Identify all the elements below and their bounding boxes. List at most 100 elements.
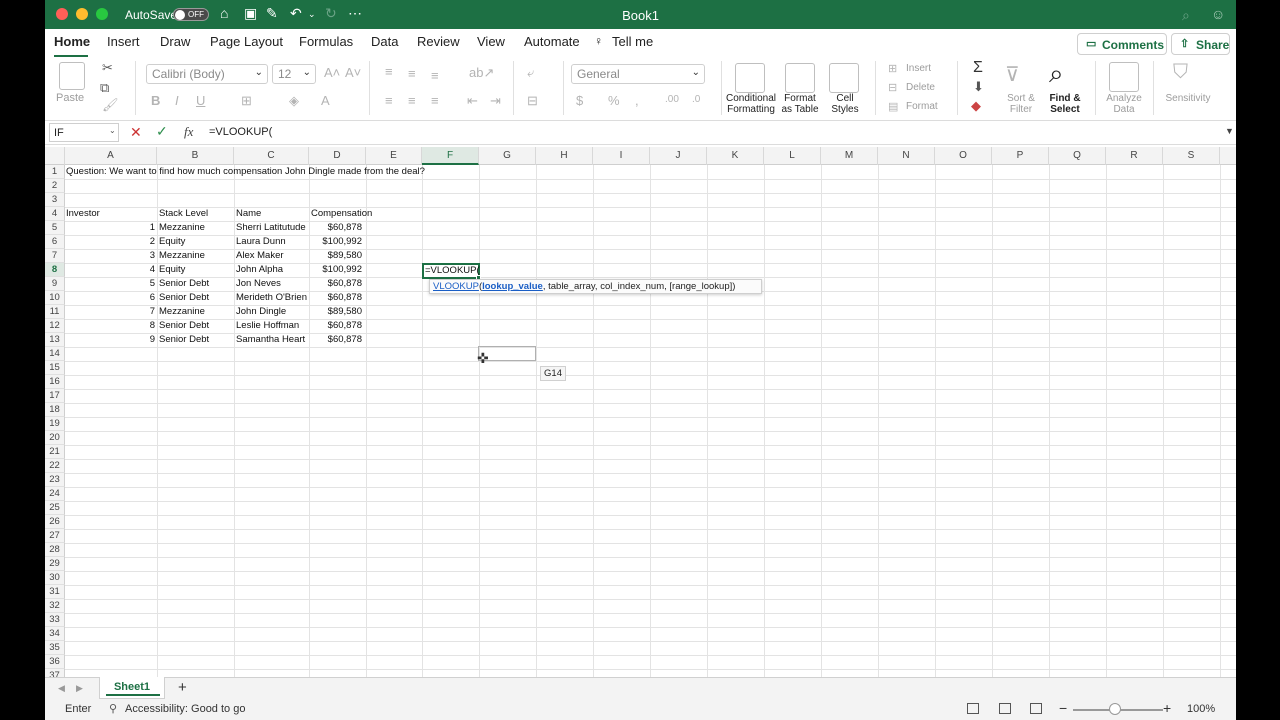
- row-header-11[interactable]: 11: [45, 305, 65, 319]
- cell-name[interactable]: Jon Neves: [236, 277, 308, 291]
- row-header-7[interactable]: 7: [45, 249, 65, 263]
- cell-stack-level[interactable]: Senior Debt: [159, 333, 233, 347]
- cell-compensation[interactable]: $100,992: [311, 263, 362, 277]
- font-color-icon[interactable]: A: [321, 93, 330, 108]
- fill-icon[interactable]: ⬇: [973, 79, 984, 95]
- header-investor[interactable]: Investor: [66, 207, 100, 221]
- cell-styles-icon[interactable]: [829, 63, 859, 93]
- row-header-14[interactable]: 14: [45, 347, 65, 361]
- find-select-icon[interactable]: ⌕: [1049, 58, 1064, 90]
- column-header-k[interactable]: K: [707, 147, 764, 165]
- cell-investor[interactable]: 8: [66, 319, 155, 333]
- cell-stack-level[interactable]: Senior Debt: [159, 291, 233, 305]
- row-header-25[interactable]: 25: [45, 501, 65, 515]
- cell-compensation[interactable]: $100,992: [311, 235, 362, 249]
- row-header-27[interactable]: 27: [45, 529, 65, 543]
- font-name-dropdown[interactable]: Calibri (Body) ⌄: [146, 64, 268, 84]
- align-right-icon[interactable]: ≡: [431, 93, 439, 108]
- decrease-indent-icon[interactable]: ⇤: [467, 93, 478, 109]
- sensitivity-button[interactable]: Sensitivity: [1163, 93, 1213, 104]
- autosum-icon[interactable]: Σ: [973, 59, 983, 77]
- align-bottom-icon[interactable]: ≡: [431, 68, 439, 83]
- cell-name[interactable]: Leslie Hoffman: [236, 319, 308, 333]
- align-center-icon[interactable]: ≡: [408, 93, 416, 108]
- cell-name[interactable]: Samantha Heart: [236, 333, 308, 347]
- column-header-f[interactable]: F: [422, 147, 479, 165]
- accessibility-icon[interactable]: ⚲: [109, 702, 117, 715]
- share-button[interactable]: ⇧ Share: [1171, 33, 1230, 55]
- currency-icon[interactable]: $: [576, 93, 583, 108]
- next-sheet-icon[interactable]: ▶: [76, 683, 83, 694]
- comments-button[interactable]: ▭ Comments: [1077, 33, 1167, 55]
- format-as-table-icon[interactable]: [785, 63, 815, 93]
- merge-center-icon[interactable]: ⊟: [527, 93, 538, 109]
- spreadsheet-grid[interactable]: ABCDEFGHIJKLMNOPQRS 1 2 3 4 5 6 7 8 9 10 11 12 13 14 1…: [45, 145, 1236, 677]
- row-header-1[interactable]: 1: [45, 165, 65, 179]
- active-cell-f8[interactable]: =VLOOKUP(: [422, 263, 480, 279]
- sort-filter-button[interactable]: Sort & Filter: [1000, 93, 1042, 115]
- column-header-e[interactable]: E: [366, 147, 422, 165]
- number-format-dropdown[interactable]: General ⌄: [571, 64, 705, 84]
- cell-name[interactable]: Laura Dunn: [236, 235, 308, 249]
- add-sheet-button[interactable]: +: [178, 679, 187, 696]
- cell-stack-level[interactable]: Senior Debt: [159, 319, 233, 333]
- increase-decimal-icon[interactable]: .00: [665, 94, 679, 105]
- clear-icon[interactable]: ◆: [971, 98, 981, 114]
- column-header-q[interactable]: Q: [1049, 147, 1106, 165]
- row-header-29[interactable]: 29: [45, 557, 65, 571]
- italic-button[interactable]: I: [175, 93, 179, 108]
- delete-button[interactable]: Delete: [906, 82, 935, 93]
- cell-name[interactable]: John Dingle: [236, 305, 308, 319]
- row-header-33[interactable]: 33: [45, 613, 65, 627]
- row-header-31[interactable]: 31: [45, 585, 65, 599]
- cell-styles-button[interactable]: Cell Styles: [825, 93, 865, 115]
- cell-stack-level[interactable]: Mezzanine: [159, 221, 233, 235]
- header-stack-level[interactable]: Stack Level: [159, 207, 208, 221]
- format-button[interactable]: Format: [906, 101, 938, 112]
- cell-compensation[interactable]: $60,878: [311, 221, 362, 235]
- row-header-24[interactable]: 24: [45, 487, 65, 501]
- cell-compensation[interactable]: $89,580: [311, 249, 362, 263]
- row-header-21[interactable]: 21: [45, 445, 65, 459]
- cell-investor[interactable]: 4: [66, 263, 155, 277]
- insert-button[interactable]: Insert: [906, 63, 931, 74]
- align-left-icon[interactable]: ≡: [385, 93, 393, 108]
- tab-page-layout[interactable]: Page Layout: [210, 34, 283, 49]
- zoom-slider-knob[interactable]: [1109, 703, 1121, 715]
- row-header-2[interactable]: 2: [45, 179, 65, 193]
- format-painter-icon[interactable]: 🖌: [102, 97, 119, 113]
- sort-filter-icon[interactable]: ⊽: [1005, 62, 1020, 87]
- row-header-17[interactable]: 17: [45, 389, 65, 403]
- cell-investor[interactable]: 7: [66, 305, 155, 319]
- cell-name[interactable]: Merideth O'Brien: [236, 291, 308, 305]
- zoom-out-button[interactable]: −: [1059, 700, 1067, 716]
- analyze-data-button[interactable]: Analyze Data: [1101, 93, 1147, 115]
- insert-function-icon[interactable]: fx: [184, 124, 193, 140]
- cell-name[interactable]: Alex Maker: [236, 249, 308, 263]
- row-header-8[interactable]: 8: [45, 263, 65, 277]
- column-header-n[interactable]: N: [878, 147, 935, 165]
- column-header-d[interactable]: D: [309, 147, 366, 165]
- sheet-tab-sheet1[interactable]: Sheet1: [99, 677, 165, 699]
- enter-icon[interactable]: ✓: [156, 123, 168, 140]
- tab-formulas[interactable]: Formulas: [299, 34, 353, 49]
- cell-stack-level[interactable]: Senior Debt: [159, 277, 233, 291]
- zoom-in-button[interactable]: +: [1163, 700, 1171, 716]
- row-header-6[interactable]: 6: [45, 235, 65, 249]
- cell-compensation[interactable]: $89,580: [311, 305, 362, 319]
- column-header-r[interactable]: R: [1106, 147, 1163, 165]
- cut-icon[interactable]: ✂: [102, 60, 113, 76]
- comma-style-icon[interactable]: ,: [635, 93, 639, 108]
- cell-compensation[interactable]: $60,878: [311, 333, 362, 347]
- row-header-4[interactable]: 4: [45, 207, 65, 221]
- chevron-down-icon[interactable]: ⌄: [109, 126, 116, 135]
- increase-font-icon[interactable]: A˄: [324, 65, 340, 80]
- column-header-g[interactable]: G: [479, 147, 536, 165]
- row-header-36[interactable]: 36: [45, 655, 65, 669]
- row-header-20[interactable]: 20: [45, 431, 65, 445]
- header-name[interactable]: Name: [236, 207, 261, 221]
- tab-review[interactable]: Review: [417, 34, 460, 49]
- cell-name[interactable]: John Alpha: [236, 263, 308, 277]
- tab-draw[interactable]: Draw: [160, 34, 190, 49]
- column-header-c[interactable]: C: [234, 147, 309, 165]
